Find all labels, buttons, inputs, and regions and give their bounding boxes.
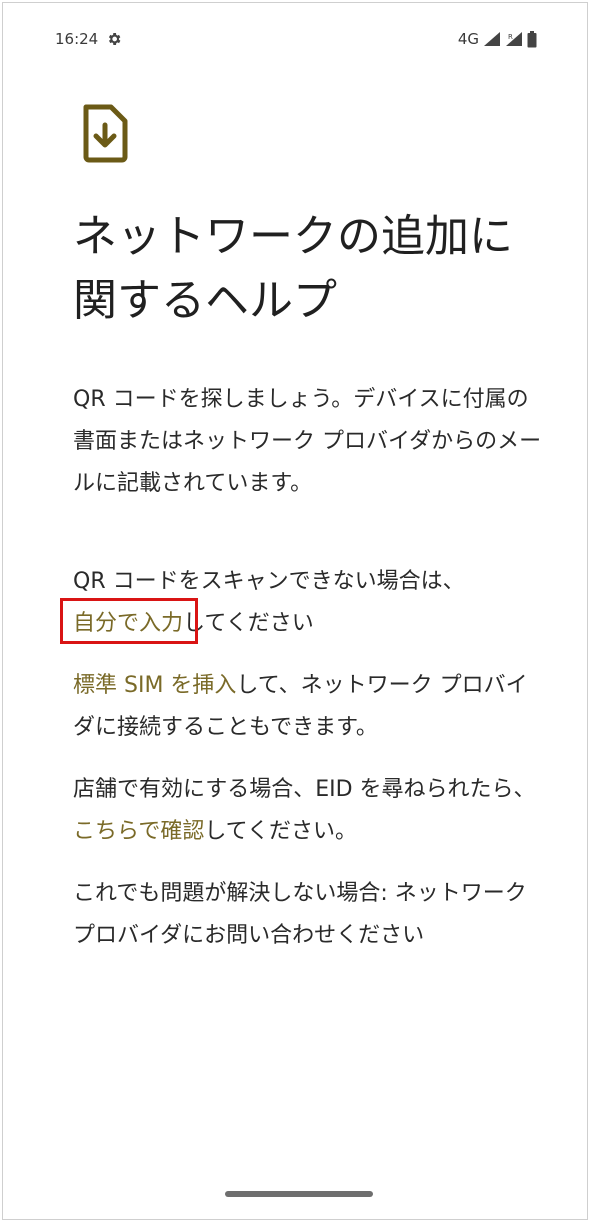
insert-sim-paragraph: 標準 SIM を挿入して、ネットワーク プロバイダに接続することもできます。 xyxy=(73,665,543,749)
battery-icon xyxy=(527,30,537,47)
eid-paragraph: 店舗で有効にする場合、EID を尋ねられたら、こちらで確認してください。 xyxy=(73,769,543,853)
check-eid-link[interactable]: こちらで確認 xyxy=(73,819,204,844)
status-bar: 16:24 4G R xyxy=(55,27,537,51)
status-left: 16:24 xyxy=(55,30,122,48)
eid-suffix: してください。 xyxy=(204,819,358,844)
signal-icon xyxy=(484,32,500,46)
status-right: 4G R xyxy=(458,30,537,48)
insert-sim-link[interactable]: 標準 SIM を挿入 xyxy=(73,673,236,698)
gear-icon xyxy=(109,33,121,45)
contact-provider-text: これでも問題が解決しない場合: ネットワーク プロバイダにお問い合わせください xyxy=(73,881,527,948)
manual-entry-suffix: してください xyxy=(183,611,314,636)
svg-text:R: R xyxy=(508,33,513,41)
qr-instructions-text: QR コードを探しましょう。デバイスに付属の書面またはネットワーク プロバイダか… xyxy=(73,387,542,496)
signal-r-icon: R xyxy=(506,32,522,46)
status-time: 16:24 xyxy=(55,30,99,48)
page-title: ネットワークの追加に関するヘルプ xyxy=(73,211,513,326)
network-type: 4G xyxy=(457,30,479,48)
screen: 16:24 4G R ネットワークの追加に関するヘルプ QR コードを探しましょ… xyxy=(2,2,588,1220)
manual-entry-prefix: QR コードをスキャンできない場合は、 xyxy=(73,569,465,594)
sim-download-icon xyxy=(83,104,128,163)
highlight-annotation-box xyxy=(60,598,198,644)
gesture-nav-handle[interactable] xyxy=(225,1191,373,1197)
eid-prefix: 店舗で有効にする場合、EID を尋ねられたら、 xyxy=(73,777,536,802)
